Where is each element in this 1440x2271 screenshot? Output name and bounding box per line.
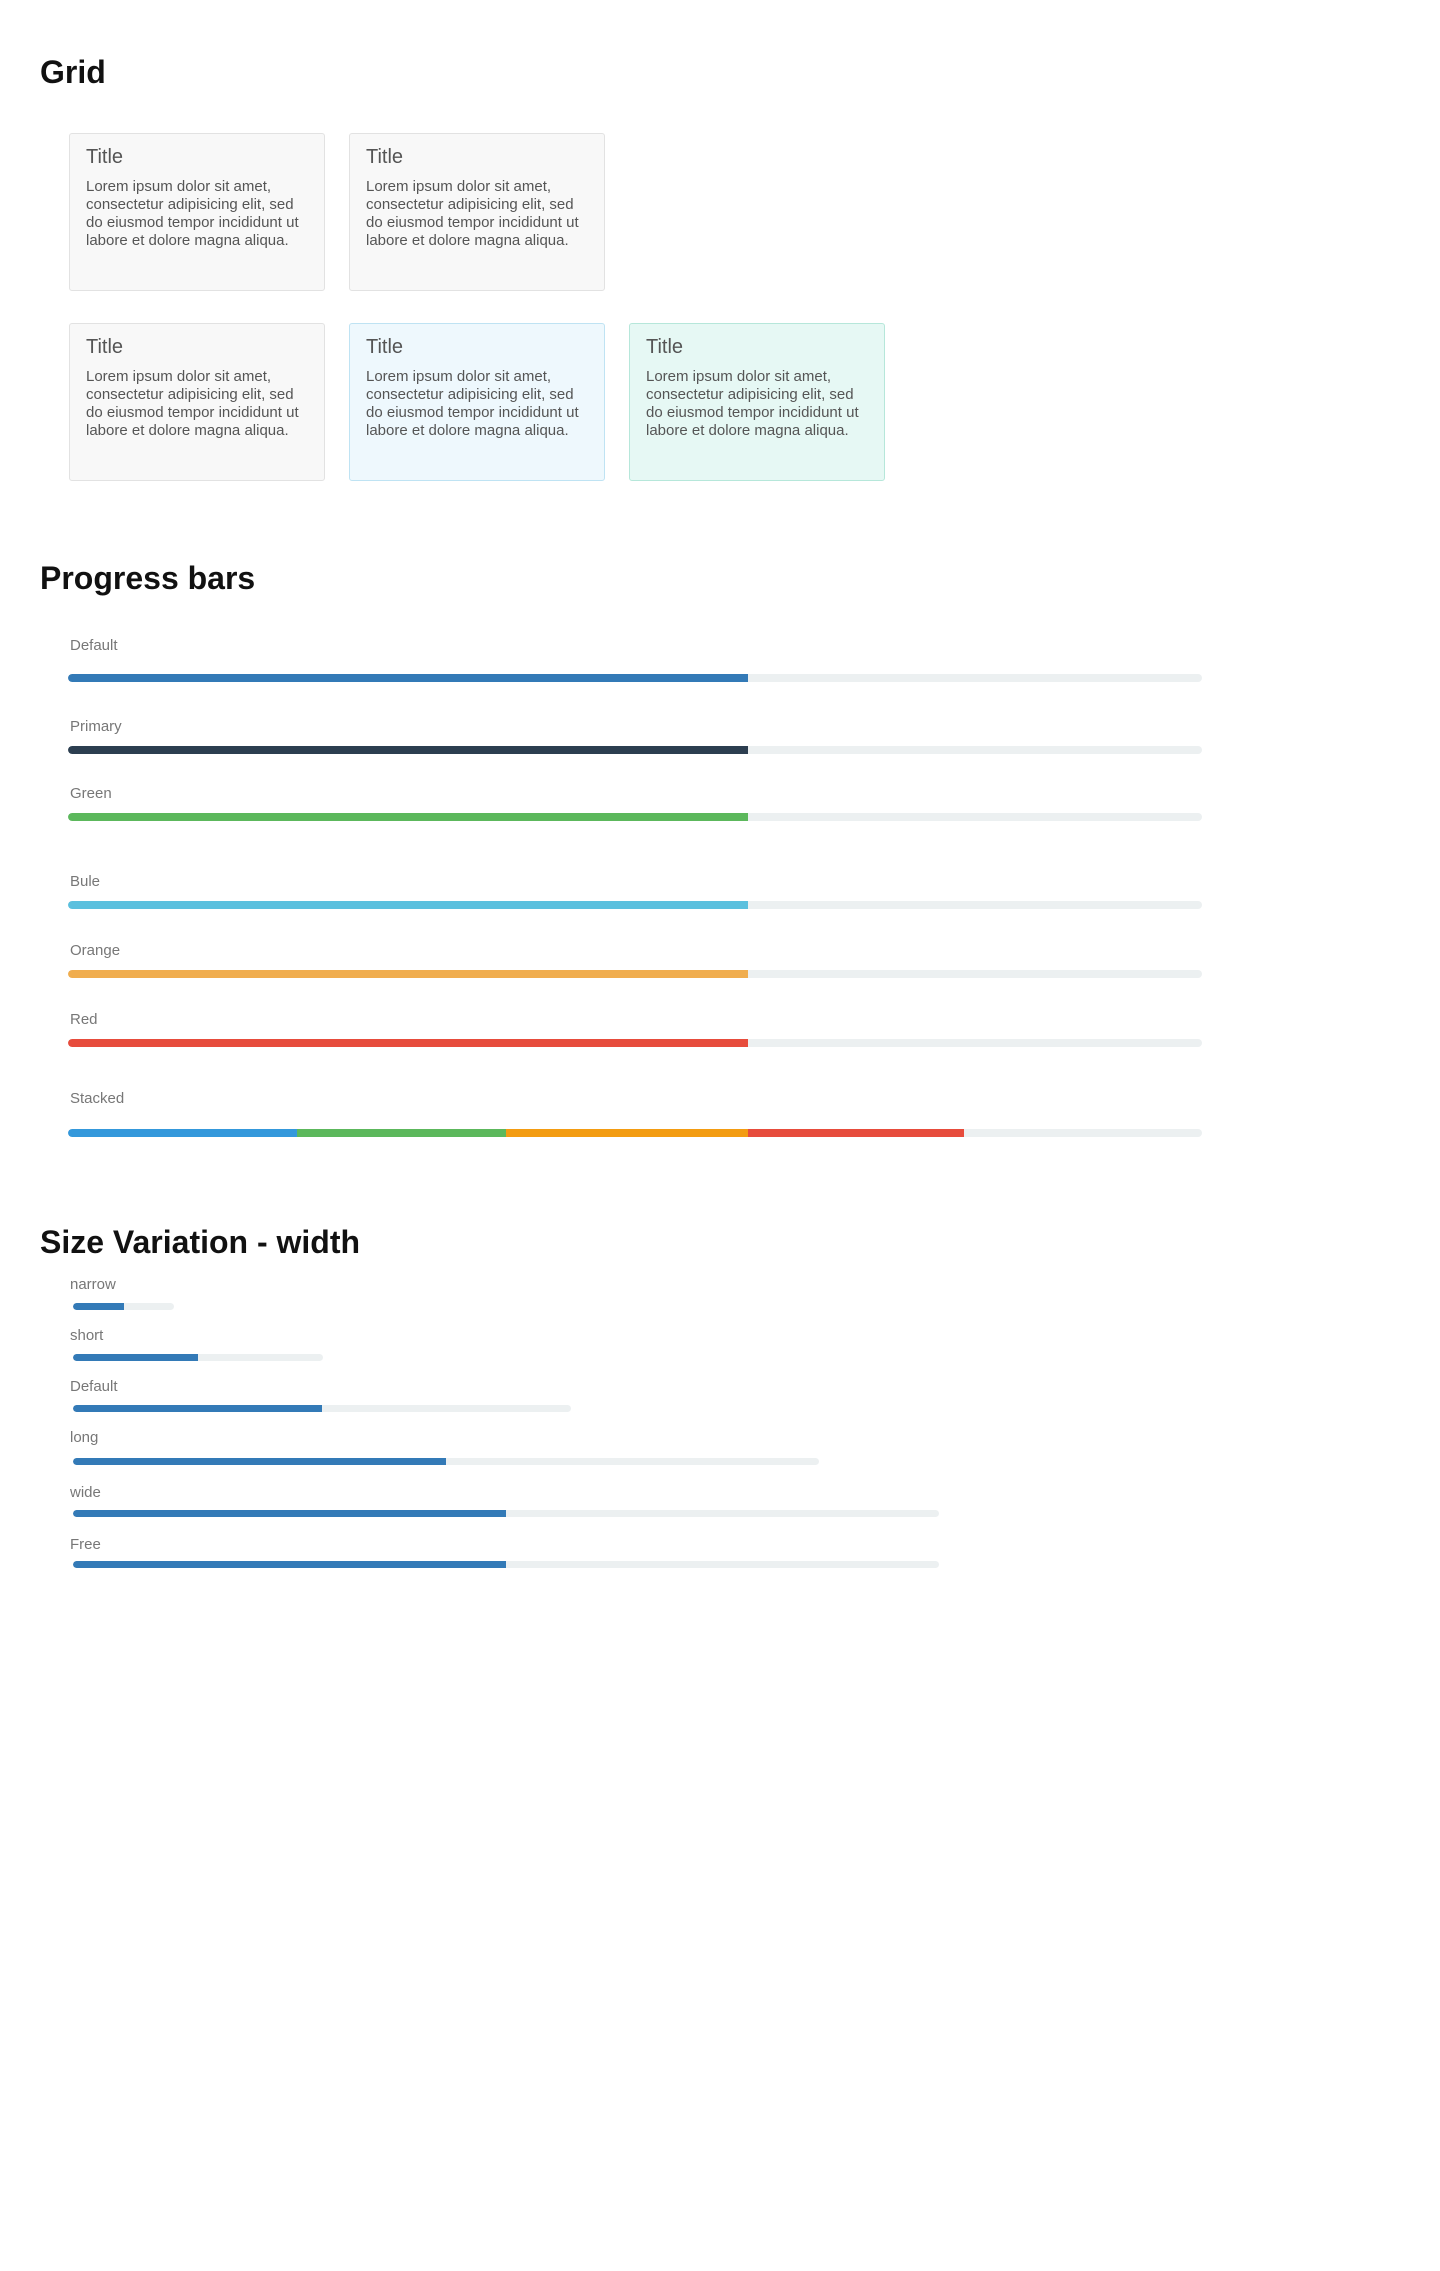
progress-label-orange: Orange: [70, 942, 121, 959]
size-fill: [73, 1405, 322, 1412]
progress-label-primary: Primary: [70, 718, 122, 735]
size-label-short: short: [70, 1327, 104, 1344]
size-label-narrow: narrow: [70, 1276, 116, 1293]
progress-fill: [68, 813, 749, 821]
card-title: Title: [86, 146, 124, 168]
size-fill: [73, 1303, 124, 1310]
progress-label-blue: Bule: [70, 873, 101, 890]
size-bar-wide: [73, 1510, 939, 1517]
grid-card: Title Lorem ipsum dolor sit amet, consec…: [69, 323, 325, 481]
stacked-segment: [68, 1129, 298, 1137]
size-bar-default: [73, 1405, 571, 1412]
progress-label-red: Red: [70, 1011, 98, 1028]
stacked-segment: [748, 1129, 964, 1137]
card-title: Title: [366, 336, 404, 358]
progress-label-stacked: Stacked: [70, 1090, 125, 1107]
progress-fill: [68, 674, 749, 682]
progress-bar-primary: [68, 746, 1202, 754]
size-label-default: Default: [70, 1378, 118, 1395]
progress-label-green: Green: [70, 785, 112, 802]
card-body: Lorem ipsum dolor sit amet, consectetur …: [86, 178, 299, 249]
size-bar-free: [73, 1561, 939, 1568]
progress-bar-default: [68, 674, 1202, 682]
size-bar-short: [73, 1354, 323, 1361]
size-fill: [73, 1458, 446, 1465]
stacked-segment: [297, 1129, 506, 1137]
size-heading: Size Variation - width: [40, 1224, 361, 1260]
size-label-free: Free: [70, 1536, 101, 1553]
progress-bar-orange: [68, 970, 1202, 978]
size-fill: [73, 1510, 506, 1517]
size-bar-long: [73, 1458, 819, 1465]
card-title: Title: [646, 336, 684, 358]
grid-card: Title Lorem ipsum dolor sit amet, consec…: [69, 133, 325, 291]
stacked-segment: [505, 1129, 749, 1137]
grid-card-blue: Title Lorem ipsum dolor sit amet, consec…: [349, 323, 605, 481]
progress-fill: [68, 746, 749, 754]
size-label-long: long: [70, 1429, 99, 1446]
card-body: Lorem ipsum dolor sit amet, consectetur …: [646, 368, 859, 439]
size-fill: [73, 1354, 198, 1361]
size-label-wide: wide: [70, 1484, 101, 1501]
progress-label-default: Default: [70, 637, 118, 654]
card-title: Title: [366, 146, 404, 168]
grid-card-mint: Title Lorem ipsum dolor sit amet, consec…: [629, 323, 885, 481]
progress-fill: [68, 970, 749, 978]
progress-bar-blue: [68, 901, 1202, 909]
progress-bar-red: [68, 1039, 1202, 1047]
card-body: Lorem ipsum dolor sit amet, consectetur …: [86, 368, 299, 439]
progress-heading: Progress bars: [40, 560, 256, 596]
card-body: Lorem ipsum dolor sit amet, consectetur …: [366, 368, 579, 439]
progress-bar-stacked: [68, 1129, 1202, 1137]
size-bar-narrow: [73, 1303, 174, 1310]
card-body: Lorem ipsum dolor sit amet, consectetur …: [366, 178, 579, 249]
progress-fill: [68, 1039, 749, 1047]
card-title: Title: [86, 336, 124, 358]
grid-card: Title Lorem ipsum dolor sit amet, consec…: [349, 133, 605, 291]
progress-bar-green: [68, 813, 1202, 821]
progress-fill: [68, 901, 749, 909]
grid-heading: Grid: [40, 54, 106, 90]
size-fill: [73, 1561, 506, 1568]
